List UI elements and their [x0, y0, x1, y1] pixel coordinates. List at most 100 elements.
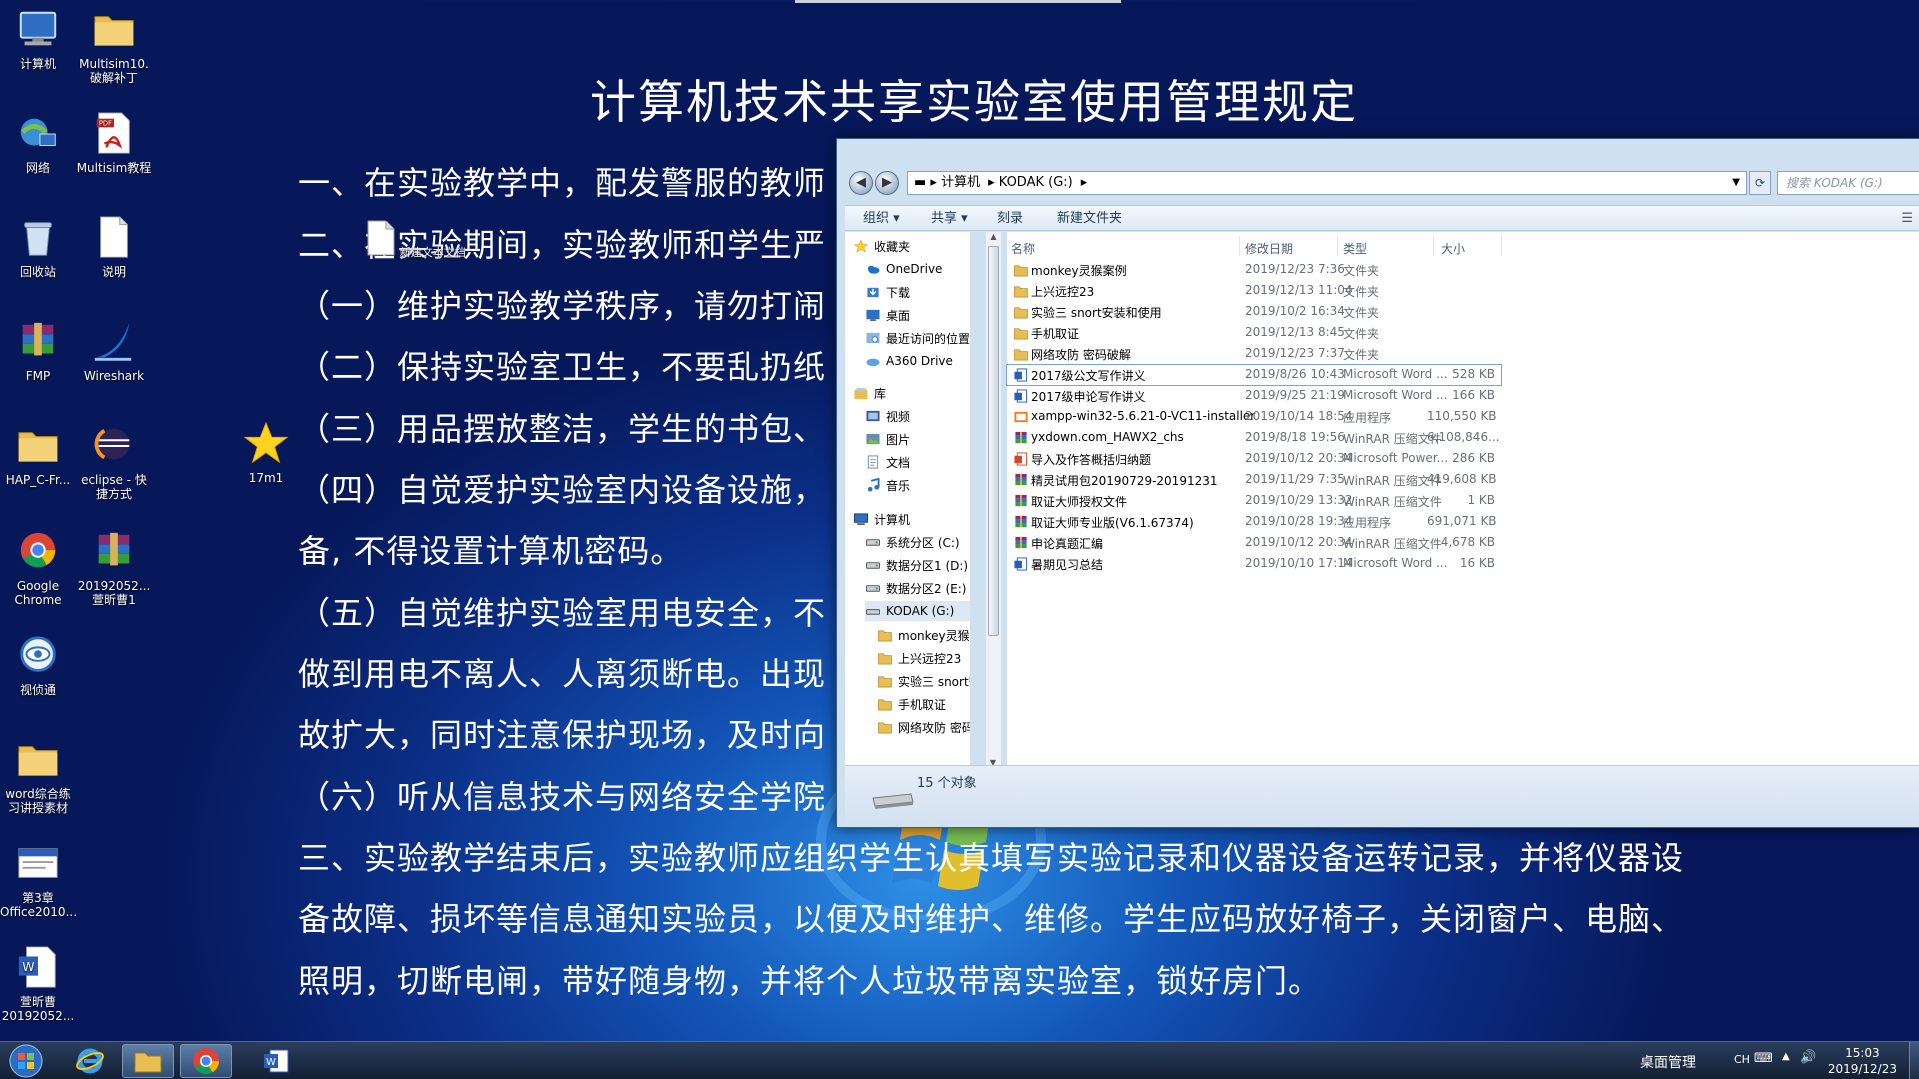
burn-button[interactable]: 刻录 [997, 206, 1023, 232]
file-row[interactable]: 2017级申论写作讲义 2019/9/25 21:19 Microsoft Wo… [1007, 386, 1501, 406]
volume-icon[interactable]: 🔊 [1800, 1050, 1816, 1065]
file-row[interactable]: 上兴远控23 2019/12/13 11:04 文件夹 [1007, 281, 1501, 301]
item-count: 15 个对象 [917, 776, 977, 791]
usb-drive-icon [872, 793, 914, 809]
share-button[interactable]: 共享 ▾ [931, 206, 968, 232]
nav-item[interactable]: 手机取证 [877, 694, 946, 714]
nav-item[interactable]: 音乐 [865, 475, 910, 495]
nav-item[interactable]: 图片 [865, 429, 910, 449]
document-line: 故扩大，同时注意保护现场，及时向 [298, 716, 827, 754]
nav-item[interactable]: 桌面 [865, 305, 910, 325]
desktop-icon-computer[interactable]: 计算机 [0, 6, 76, 71]
view-options-icon[interactable]: ☰ [1901, 206, 1913, 232]
new-folder-button[interactable]: 新建文件夹 [1057, 206, 1122, 232]
chrome-button[interactable] [180, 1044, 232, 1078]
desktop-icon-star[interactable]: 17m1 [228, 420, 304, 485]
desktop-icon-folder[interactable]: Multisim10. 破解补丁 [76, 6, 152, 85]
scroll-up-arrow[interactable]: ▲ [986, 232, 1001, 241]
forward-button[interactable]: ▶ [875, 171, 899, 195]
top-window-edge [795, 0, 1121, 3]
scroll-thumb[interactable] [988, 246, 999, 636]
nav-item[interactable]: 实验三 snort安 [877, 671, 970, 691]
nav-item[interactable]: 库 [853, 383, 886, 403]
nav-item[interactable]: 数据分区2 (E:) [865, 578, 966, 598]
file-row[interactable]: 暑期见习总结 2019/10/10 17:14 Microsoft Word .… [1007, 554, 1501, 574]
desktop-icon-label: FMP [25, 369, 51, 383]
desktop-icon-wireshark[interactable]: Wireshark [76, 318, 152, 383]
ie-button[interactable] [64, 1044, 116, 1078]
file-row[interactable]: monkey灵猴案例 2019/12/23 7:36 文件夹 [1007, 260, 1501, 280]
refresh-button[interactable]: ⟳ [1749, 171, 1771, 195]
desktop-icon-network[interactable]: 网络 [0, 110, 76, 175]
desktop-icon-recycle-bin[interactable]: 回收站 [0, 214, 76, 279]
desktop-icon-word-doc[interactable]: W 萱昕曹 20192052... [0, 944, 76, 1023]
dragged-text-file[interactable]: 新建文本文档 [366, 220, 466, 260]
nav-item[interactable]: 视频 [865, 406, 910, 426]
file-row[interactable]: 取证大师专业版(V6.1.67374) 2019/10/28 19:34 应用程… [1007, 512, 1501, 532]
file-row[interactable]: 实验三 snort安装和使用 2019/10/2 16:34 文件夹 [1007, 302, 1501, 322]
tray-expand-icon[interactable]: ▲ [1782, 1051, 1790, 1062]
nav-item[interactable]: 系统分区 (C:) [865, 532, 960, 552]
nav-item[interactable]: 网络攻防 密码 [877, 717, 970, 737]
nav-item-label: 实验三 snort安 [898, 674, 970, 689]
column-type[interactable]: 类型 [1343, 240, 1367, 257]
explorer-window[interactable]: ◀ ▶ ▬ ▸ 计算机 ▸ KODAK (G:) ▸ ▼ ⟳ 搜索 KODAK (G… [836, 138, 1919, 828]
desktop-icon-chrome[interactable]: Google Chrome [0, 528, 76, 607]
nav-item[interactable]: 最近访问的位置 [865, 328, 970, 348]
file-row[interactable]: 网络攻防 密码破解 2019/12/23 7:37 文件夹 [1007, 344, 1501, 364]
desktop-icon-eye-app[interactable]: 视侦通 [0, 632, 76, 697]
column-name[interactable]: 名称 [1011, 240, 1035, 257]
column-date[interactable]: 修改日期 [1245, 240, 1293, 257]
column-size[interactable]: 大小 [1441, 240, 1465, 257]
nav-item[interactable]: monkey灵猴案 [877, 625, 970, 645]
breadcrumb-computer[interactable]: 计算机 [941, 175, 980, 190]
nav-item[interactable]: 收藏夹 [853, 236, 910, 256]
file-row[interactable]: 2017级公文写作讲义 2019/8/26 10:43 Microsoft Wo… [1006, 364, 1502, 386]
file-type: 文件夹 [1343, 306, 1380, 320]
desktop-icon-document[interactable]: 第3章 Office2010... [0, 840, 77, 919]
show-desktop-button[interactable] [1909, 1042, 1919, 1079]
details-pane: 15 个对象 [845, 765, 1919, 827]
nav-item[interactable]: A360 Drive [865, 351, 953, 371]
desktop-icon-text-file[interactable]: 说明 [76, 214, 152, 279]
file-row[interactable]: 取证大师授权文件 2019/10/29 13:32 WinRAR 压缩文件 1 … [1007, 491, 1501, 511]
desktop-icon-winrar[interactable]: FMP [0, 318, 76, 383]
clock[interactable]: 15:03 2019/12/23 [1828, 1045, 1897, 1077]
language-indicator[interactable]: CH [1734, 1053, 1750, 1066]
address-dropdown-icon[interactable]: ▼ [1732, 172, 1740, 194]
file-row[interactable]: 手机取证 2019/12/13 8:45 文件夹 [1007, 323, 1501, 343]
address-bar[interactable]: ▬ ▸ 计算机 ▸ KODAK (G:) ▸ ▼ [907, 171, 1747, 195]
desktop-toolbar-label[interactable]: 桌面管理 [1640, 1052, 1696, 1072]
navigation-pane[interactable]: 收藏夹 OneDrive 下载桌面最近访问的位置 A360 Drive 库视频图片文档音… [845, 232, 971, 765]
start-button[interactable] [2, 1044, 50, 1078]
file-row[interactable]: 导入及作答概括归纳题 2019/10/12 20:34 Microsoft Po… [1007, 449, 1501, 469]
desktop-icon-folder[interactable]: HAP_C-Fr... [0, 422, 76, 487]
keyboard-icon[interactable]: ⌨ [1754, 1051, 1773, 1066]
nav-item[interactable]: OneDrive [865, 259, 942, 279]
file-row[interactable]: 申论真题汇编 2019/10/12 20:34 WinRAR 压缩文件 4,67… [1007, 533, 1501, 553]
desktop-icon-folder[interactable]: word综合练习讲授素材 [0, 736, 76, 815]
back-button[interactable]: ◀ [849, 171, 873, 195]
file-row[interactable]: 精灵试用包20190729-20191231 2019/11/29 7:35 W… [1007, 470, 1501, 490]
desktop-icon-eclipse[interactable]: eclipse - 快捷方式 [76, 422, 152, 501]
nav-item[interactable]: 下载 [865, 282, 910, 302]
nav-item[interactable]: 计算机 [853, 509, 910, 529]
nav-item[interactable]: 文档 [865, 452, 910, 472]
nav-item[interactable]: 上兴远控23 [877, 648, 961, 668]
search-input[interactable]: 搜索 KODAK (G:) [1777, 171, 1919, 195]
nav-item[interactable]: 数据分区1 (D:) [865, 555, 968, 575]
breadcrumb-drive[interactable]: KODAK (G:) [999, 175, 1073, 190]
organize-button[interactable]: 组织 ▾ [863, 206, 900, 232]
desktop-icon-pdf[interactable]: PDF Multisim教程 [76, 110, 152, 175]
nav-item[interactable]: KODAK (G:) [865, 601, 970, 621]
nav-item-label: 库 [874, 386, 887, 401]
wireshark-icon [94, 322, 132, 361]
desktop-icon-winrar[interactable]: 20192052... 萱昕曹1 [76, 528, 152, 607]
file-row[interactable]: xampp-win32-5.6.21-0-VC11-installer 2019… [1007, 407, 1501, 427]
file-row[interactable]: yxdown.com_HAWX2_chs 2019/8/18 19:56 Win… [1007, 428, 1501, 448]
computer-icon [19, 11, 57, 46]
file-list-pane[interactable]: 名称 修改日期 类型 大小 monkey灵猴案例 2019/12/23 7:36… [1006, 232, 1919, 765]
navigation-scrollbar[interactable]: ▲ ▼ [985, 232, 1001, 767]
word-button[interactable]: W [250, 1044, 302, 1078]
explorer-button[interactable] [122, 1044, 174, 1078]
